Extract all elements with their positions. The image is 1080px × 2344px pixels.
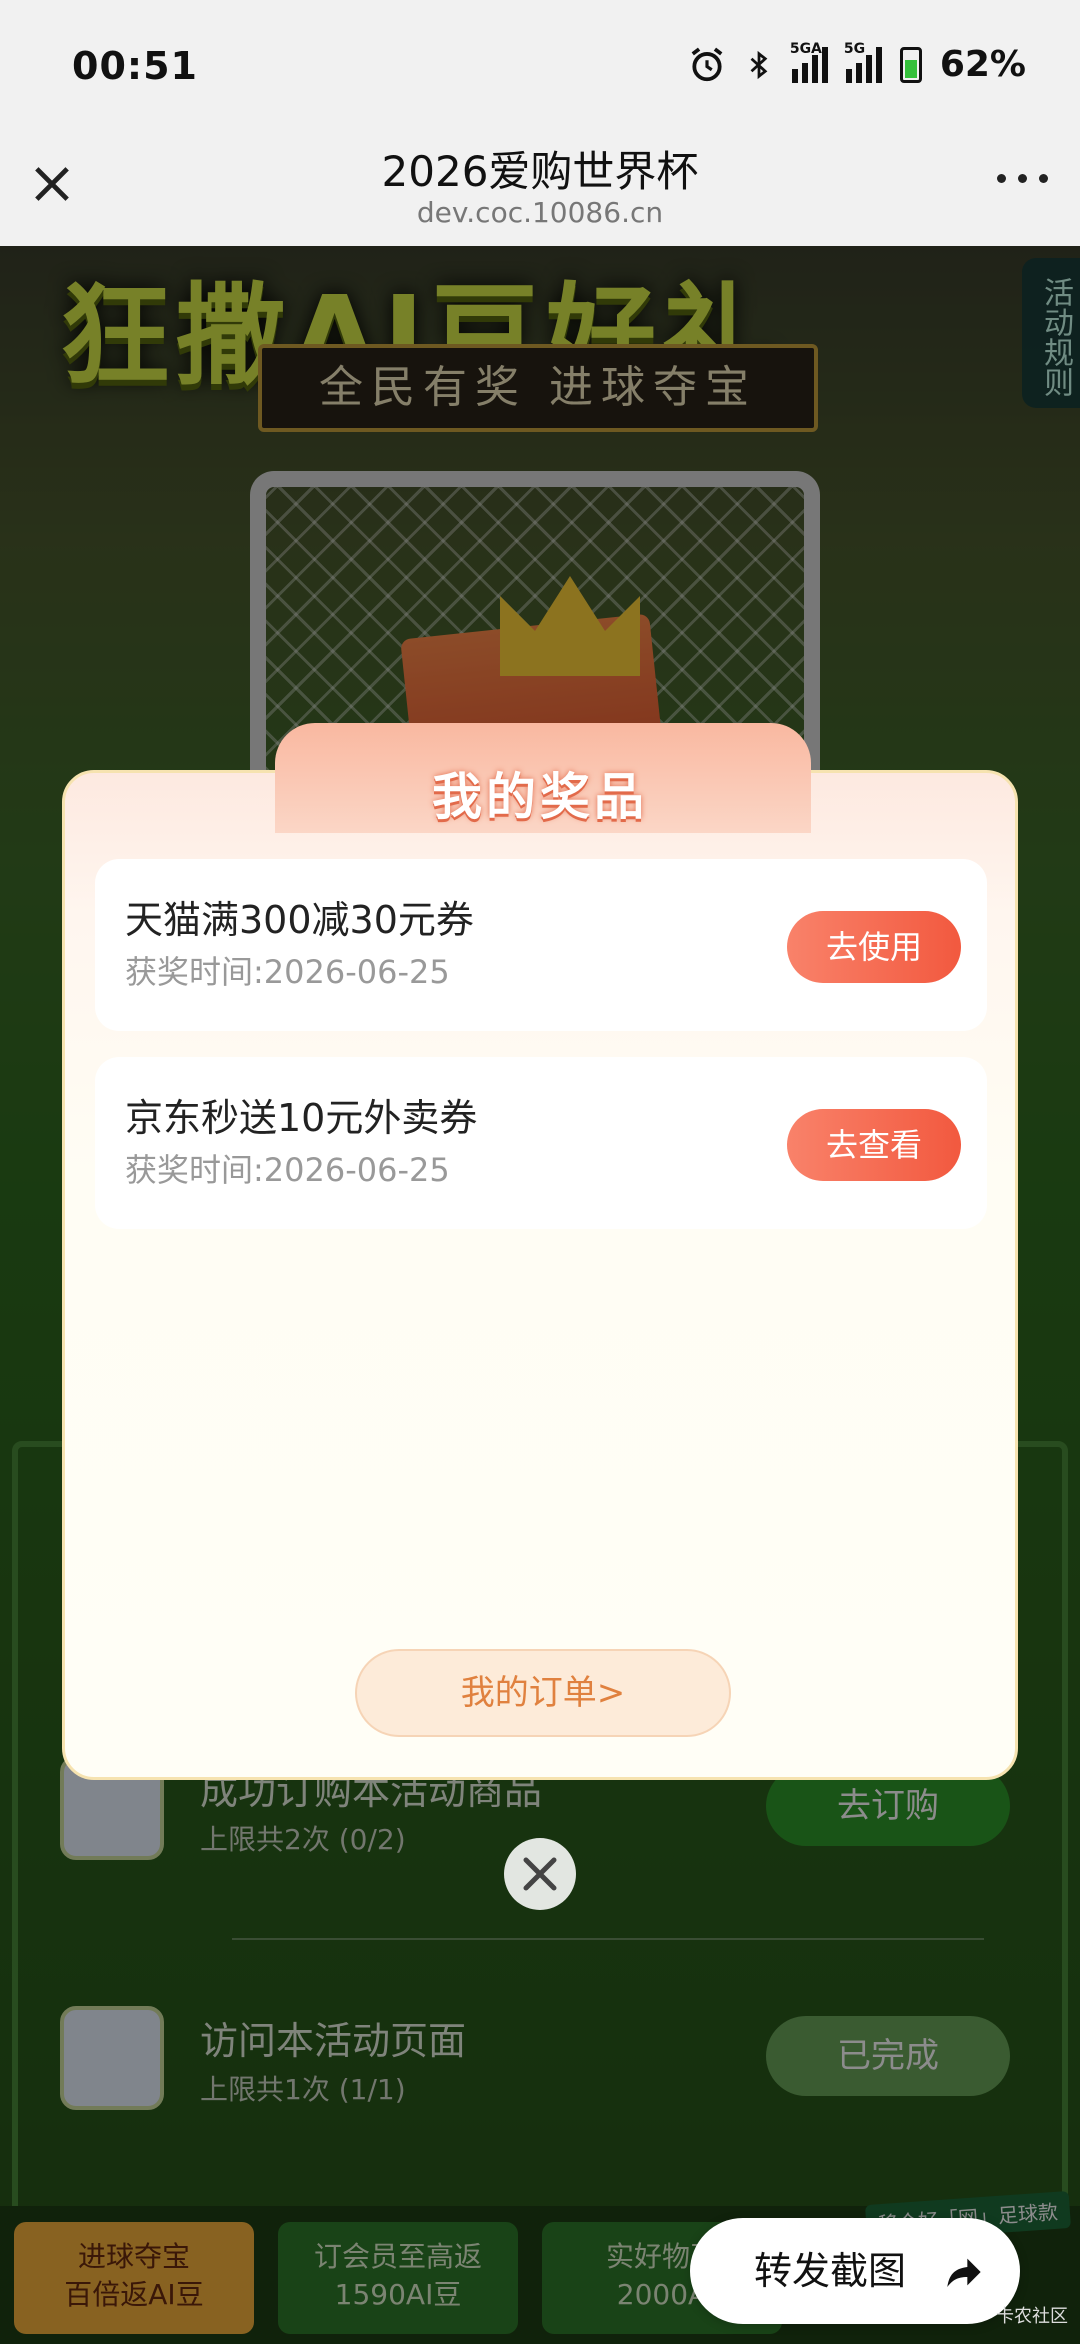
alarm-icon — [691, 47, 723, 81]
prize-name: 京东秒送10元外卖券 — [125, 1096, 478, 1140]
modal-close-button[interactable] — [504, 1838, 576, 1910]
status-bar: 00:51 5GA 5G 62% — [0, 0, 1080, 138]
use-coupon-button[interactable]: 去使用 — [787, 911, 961, 983]
bluetooth-icon — [750, 50, 768, 79]
nav-bar: 2026爱购世界杯 dev.coc.10086.cn — [0, 138, 1080, 246]
status-icons: 5GA 5G 62% — [688, 41, 1026, 85]
view-coupon-button[interactable]: 去查看 — [787, 1109, 961, 1181]
prize-card: 京东秒送10元外卖券 获奖时间:2026-06-25 去查看 — [95, 1057, 987, 1229]
page-url: dev.coc.10086.cn — [416, 196, 664, 229]
battery-icon — [899, 46, 922, 83]
prize-name: 天猫满300减30元券 — [125, 898, 474, 942]
prize-card: 天猫满300减30元券 获奖时间:2026-06-25 去使用 — [95, 859, 987, 1031]
share-label: 转发截图 — [754, 2249, 907, 2293]
status-time: 00:51 — [72, 44, 198, 88]
share-arrow-icon — [947, 2258, 981, 2287]
prize-time: 获奖时间:2026-06-25 — [125, 1151, 450, 1189]
modal-title: 我的奖品 — [432, 768, 648, 826]
close-icon — [523, 1857, 557, 1891]
prize-time: 获奖时间:2026-06-25 — [125, 953, 450, 991]
battery-percent: 62% — [939, 44, 1026, 85]
watermark: 卡农社区 — [996, 2306, 1068, 2327]
signal-5ga-icon: 5GA — [790, 41, 828, 83]
more-icon[interactable] — [997, 174, 1048, 183]
signal-5g-icon: 5G — [844, 41, 882, 83]
share-screenshot-button[interactable]: 转发截图 — [690, 2218, 1020, 2324]
page-title: 2026爱购世界杯 — [381, 147, 699, 196]
my-prizes-modal: 我的奖品 天猫满300减30元券 获奖时间:2026-06-25 去使用 京东秒… — [62, 723, 1018, 1780]
my-orders-button[interactable]: 我的订单> — [355, 1649, 731, 1737]
